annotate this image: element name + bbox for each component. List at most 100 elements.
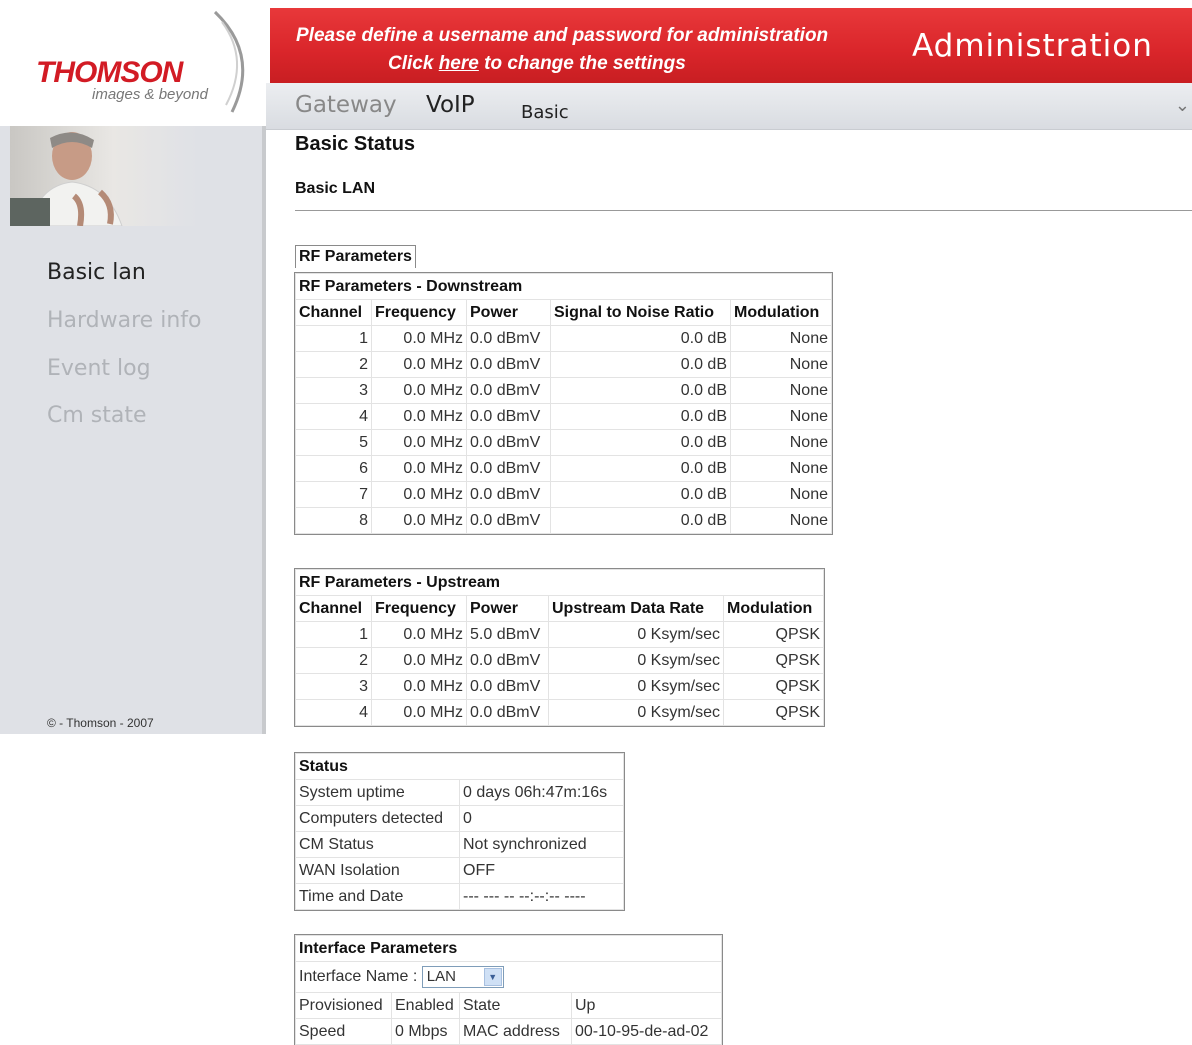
table-cell: None [730, 325, 832, 352]
table-cell: 0.0 dB [550, 455, 731, 482]
column-header: Channel [295, 299, 372, 326]
copyright-text: © - Thomson - 2007 [47, 716, 154, 730]
table-cell: Computers detected [295, 805, 460, 832]
table-cell: 0.0 MHz [371, 429, 467, 456]
sidebar-item-basic-lan[interactable]: Basic lan [47, 260, 146, 285]
table-cell: None [730, 403, 832, 430]
table-row: 4 0.0 MHz 0.0 dBmV 0.0 dB None [295, 403, 832, 430]
table-row: Computers detected 0 [295, 805, 624, 832]
here-link[interactable]: here [439, 53, 479, 74]
table-cell: 0.0 dBmV [466, 429, 551, 456]
tab-basic[interactable]: Basic [521, 102, 569, 123]
interface-name-row: Interface Name : LAN ▼ [295, 961, 722, 993]
table-cell: 0.0 dBmV [466, 351, 551, 378]
column-header: Modulation [730, 299, 832, 326]
table-row: 3 0.0 MHz 0.0 dBmV 0 Ksym/sec QPSK [295, 673, 824, 700]
sidebar-item-hardware-info[interactable]: Hardware info [47, 308, 201, 333]
table-row: 6 0.0 MHz 0.0 dBmV 0.0 dB None [295, 455, 832, 482]
table-cell: 0.0 dBmV [466, 481, 551, 508]
table-row: Time and Date --- --- -- --:--:-- ---- [295, 883, 624, 910]
table-row: 2 0.0 MHz 0.0 dBmV 0 Ksym/sec QPSK [295, 647, 824, 674]
banner-suffix: to change the settings [478, 53, 686, 74]
table-cell: 0.0 MHz [371, 481, 467, 508]
table-cell: 0.0 MHz [371, 699, 467, 726]
table-cell: 0.0 MHz [371, 673, 467, 700]
downstream-table: RF Parameters - Downstream Channel Frequ… [294, 272, 833, 535]
table-cell: CM Status [295, 831, 460, 858]
table-cell: 0.0 MHz [371, 621, 467, 648]
chevron-down-icon[interactable]: ⌄ [1175, 95, 1190, 116]
table-cell: 0.0 MHz [371, 507, 467, 534]
banner-message: Please define a username and password fo… [296, 25, 829, 46]
table-cell: 5 [295, 429, 372, 456]
table-cell: 4 [295, 403, 372, 430]
table-cell: State [459, 992, 572, 1019]
table-cell: 0.0 dBmV [466, 325, 551, 352]
table-cell: 0 Ksym/sec [548, 647, 724, 674]
table-cell: 0.0 dBmV [466, 455, 551, 482]
banner-prefix: Click [388, 53, 439, 74]
table-row: 2 0.0 MHz 0.0 dBmV 0.0 dB None [295, 351, 832, 378]
section-divider [295, 210, 1192, 211]
table-cell: 0.0 MHz [371, 403, 467, 430]
logo-area: THOMSON images & beyond [0, 0, 266, 126]
table-row: System uptime 0 days 06h:47m:16s [295, 779, 624, 806]
downstream-caption: RF Parameters - Downstream [295, 273, 832, 300]
table-cell: 6 [295, 455, 372, 482]
table-cell: None [730, 429, 832, 456]
upstream-caption: RF Parameters - Upstream [295, 569, 824, 596]
tab-voip[interactable]: VoIP [426, 92, 475, 118]
table-row: 1 0.0 MHz 5.0 dBmV 0 Ksym/sec QPSK [295, 621, 824, 648]
sidebar-item-cm-state[interactable]: Cm state [47, 403, 147, 428]
section-title: Basic LAN [295, 180, 376, 197]
status-caption: Status [295, 753, 624, 780]
table-cell: 0.0 MHz [371, 351, 467, 378]
status-table: Status System uptime 0 days 06h:47m:16s Co… [294, 752, 625, 911]
table-row: 4 0.0 MHz 0.0 dBmV 0 Ksym/sec QPSK [295, 699, 824, 726]
table-cell: QPSK [723, 699, 824, 726]
table-cell: 0.0 dB [550, 481, 731, 508]
thomson-logo: THOMSON [36, 56, 183, 89]
admin-banner: Please define a username and password fo… [270, 8, 1192, 83]
column-header: Power [466, 595, 549, 622]
table-cell: 3 [295, 673, 372, 700]
table-cell: None [730, 455, 832, 482]
table-cell: 0 Ksym/sec [548, 621, 724, 648]
table-cell: QPSK [723, 621, 824, 648]
table-cell: Provisioned [295, 992, 392, 1019]
table-cell: 0.0 dB [550, 403, 731, 430]
interface-caption: Interface Parameters [295, 935, 722, 962]
table-row: 1 0.0 MHz 0.0 dBmV 0.0 dB None [295, 325, 832, 352]
table-cell: 3 [295, 377, 372, 404]
table-cell: QPSK [723, 647, 824, 674]
column-header: Frequency [371, 595, 467, 622]
table-cell: 0.0 dBmV [466, 507, 551, 534]
table-cell: 0.0 dBmV [466, 403, 551, 430]
table-cell: 0.0 dBmV [466, 699, 549, 726]
administration-title: Administration [912, 28, 1153, 64]
table-cell: 0 [459, 805, 624, 832]
table-cell: 0.0 MHz [371, 455, 467, 482]
table-cell: 0.0 dB [550, 429, 731, 456]
interface-name-value: LAN [426, 968, 456, 985]
column-header: Channel [295, 595, 372, 622]
sidebar: Basic lan Hardware info Event log Cm sta… [0, 126, 266, 734]
table-cell: 0 Ksym/sec [548, 699, 724, 726]
rf-parameters-tab[interactable]: RF Parameters [295, 245, 416, 268]
table-row: WAN Isolation OFF [295, 857, 624, 884]
chevron-down-icon[interactable]: ▼ [483, 968, 502, 986]
page-title: Basic Status [295, 133, 416, 155]
table-row: 5 0.0 MHz 0.0 dBmV 0.0 dB None [295, 429, 832, 456]
table-cell: None [730, 351, 832, 378]
table-cell: None [730, 481, 832, 508]
interface-name-select[interactable]: LAN ▼ [421, 966, 504, 988]
table-cell: Not synchronized [459, 831, 624, 858]
table-cell: 4 [295, 699, 372, 726]
column-header: Upstream Data Rate [548, 595, 724, 622]
sidebar-item-event-log[interactable]: Event log [47, 356, 151, 381]
table-cell: None [730, 507, 832, 534]
tab-gateway[interactable]: Gateway [295, 92, 397, 118]
table-cell: 0.0 dBmV [466, 673, 549, 700]
interface-name-label: Interface Name : [299, 968, 418, 986]
table-cell: 0.0 dB [550, 377, 731, 404]
